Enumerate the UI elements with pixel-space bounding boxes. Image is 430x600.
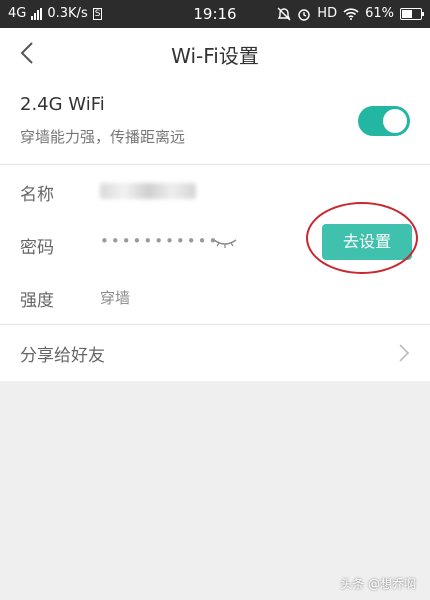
battery-level (402, 9, 412, 18)
wifi-band-name: 2.4G WiFi (20, 94, 105, 115)
password-value: ••••••••••• (100, 232, 220, 250)
status-bar: 4G 0.3K/s S 19:16 HD 61% (0, 0, 430, 28)
password-label: 密码 (20, 238, 54, 258)
battery-icon (400, 7, 424, 20)
strength-row: 强度 穿墙 (0, 271, 430, 324)
watermark: 头条 @想乔啊 (340, 577, 416, 591)
page-title: Wi-Fi设置 (171, 44, 259, 68)
wifi-settings-card: 2.4G WiFi 穿墙能力强，传播距离远 名称 密码 ••••••••••• … (0, 78, 430, 381)
share-row[interactable]: 分享给好友 (0, 324, 430, 381)
chevron-right-icon (399, 344, 410, 362)
blurred-ssid (100, 183, 196, 199)
wifi-toggle[interactable] (358, 106, 410, 136)
name-row: 名称 (0, 165, 430, 218)
share-label: 分享给好友 (20, 346, 105, 366)
password-row: 密码 ••••••••••• 去设置 (0, 202, 430, 274)
toggle-knob (383, 109, 407, 133)
alarm-icon (298, 8, 310, 21)
strength-label: 强度 (20, 291, 54, 311)
wifi-band-description: 穿墙能力强，传播距离远 (20, 128, 186, 146)
hd-badge: HD (317, 6, 338, 21)
strength-value: 穿墙 (100, 289, 131, 307)
go-setup-button[interactable]: 去设置 (322, 224, 412, 260)
status-right: HD 61% (277, 6, 424, 21)
nav-bar: Wi-Fi设置 (0, 28, 430, 78)
wifi-band-row: 2.4G WiFi 穿墙能力强，传播距离远 (0, 78, 430, 165)
battery-percent: 61% (365, 6, 394, 21)
alarm-off-icon (277, 7, 291, 20)
wifi-icon (343, 7, 359, 20)
name-label: 名称 (20, 185, 54, 205)
eye-closed-icon[interactable] (212, 236, 238, 250)
